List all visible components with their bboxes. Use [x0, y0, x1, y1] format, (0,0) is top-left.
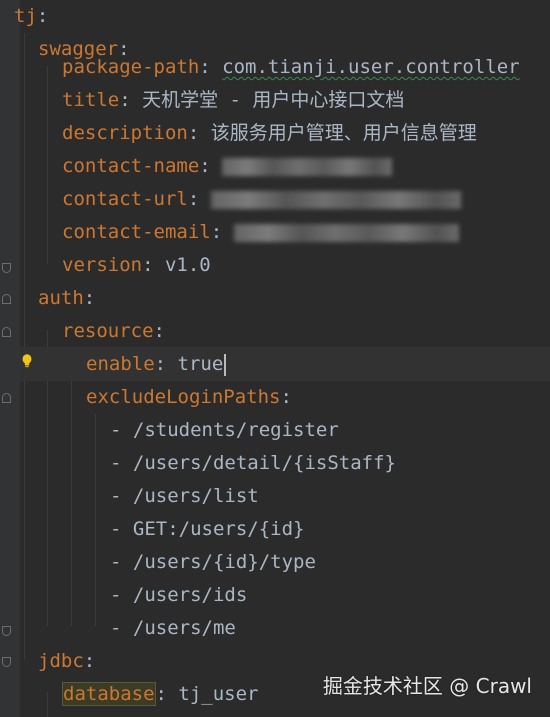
yaml-list-value: /users/{id}/type: [132, 551, 316, 573]
code-line[interactable]: contact-name:: [62, 150, 393, 183]
list-item[interactable]: - GET:/users/{id}: [110, 513, 304, 546]
fold-marker-icon[interactable]: [2, 657, 11, 667]
fold-marker-icon[interactable]: [2, 327, 11, 337]
fold-marker-icon[interactable]: [2, 626, 11, 636]
yaml-value: tj_user: [178, 683, 259, 705]
yaml-list-value: /users/me: [132, 617, 236, 639]
text-cursor: [224, 353, 227, 376]
yaml-key: excludeLoginPaths: [86, 386, 281, 408]
fold-marker-icon[interactable]: [2, 393, 11, 403]
yaml-key-highlighted: database: [62, 682, 156, 706]
watermark: 掘金技术社区 @ Crawl: [322, 674, 532, 698]
yaml-key: contact-email: [62, 221, 211, 243]
list-item[interactable]: - /users/list: [110, 480, 259, 513]
redacted-value: [210, 190, 461, 209]
redacted-value: [222, 157, 393, 176]
yaml-value: v1.0: [164, 254, 211, 276]
code-line[interactable]: resource:: [62, 315, 165, 348]
indent-guide: [95, 414, 96, 626]
list-item[interactable]: - /users/me: [110, 612, 236, 645]
code-line[interactable]: jdbc:: [38, 645, 95, 678]
code-line[interactable]: database: tj_user: [62, 678, 258, 711]
redacted-value: [233, 223, 459, 242]
yaml-list-value: /students/register: [132, 419, 339, 441]
list-item[interactable]: - /users/detail/{isStaff}: [110, 447, 396, 480]
yaml-key: package-path: [62, 56, 200, 78]
indent-guide: [47, 66, 48, 264]
code-line[interactable]: package-path: com.tianji.user.controller: [62, 51, 520, 84]
yaml-key: version: [62, 254, 143, 276]
yaml-key: description: [62, 122, 188, 144]
list-item[interactable]: - /students/register: [110, 414, 339, 447]
yaml-value: 该服务用户管理、用户信息管理: [210, 122, 477, 144]
yaml-list-value: /users/list: [132, 485, 259, 507]
yaml-key: title: [62, 89, 120, 111]
code-line[interactable]: description: 该服务用户管理、用户信息管理: [62, 117, 477, 150]
yaml-list-value: /users/detail/{isStaff}: [132, 452, 396, 474]
code-line[interactable]: version: v1.0: [62, 249, 211, 282]
yaml-list-value: /users/ids: [132, 584, 248, 606]
yaml-key: jdbc: [38, 650, 84, 672]
yaml-value: true: [177, 353, 224, 375]
indent-guide: [47, 692, 48, 717]
yaml-list-value: GET:/users/{id}: [132, 518, 305, 540]
list-item[interactable]: - /users/ids: [110, 579, 247, 612]
list-item[interactable]: - /users/{id}/type: [110, 546, 316, 579]
yaml-key: auth: [38, 287, 84, 309]
code-line[interactable]: contact-email:: [62, 216, 459, 249]
code-line[interactable]: excludeLoginPaths:: [86, 381, 292, 414]
code-line[interactable]: auth:: [38, 282, 95, 315]
yaml-key: tj: [14, 5, 37, 27]
fold-marker-icon[interactable]: [2, 263, 11, 273]
yaml-value: com.tianji.user.controller: [222, 56, 520, 78]
yaml-key: resource: [62, 320, 154, 342]
fold-marker-icon[interactable]: [2, 294, 11, 304]
lightbulb-icon[interactable]: [21, 354, 33, 368]
yaml-key: contact-url: [62, 188, 188, 210]
indent-guide: [24, 33, 25, 659]
code-line[interactable]: enable: true: [86, 348, 227, 381]
indent-guide: [71, 363, 72, 626]
code-line[interactable]: contact-url:: [62, 183, 461, 216]
yaml-value: 天机学堂 - 用户中心接口文档: [142, 89, 405, 111]
editor-gutter: [0, 0, 20, 717]
code-line[interactable]: title: 天机学堂 - 用户中心接口文档: [62, 84, 404, 117]
yaml-key: enable: [86, 353, 155, 375]
yaml-key: contact-name: [62, 155, 200, 177]
code-line[interactable]: tj:: [14, 0, 48, 33]
